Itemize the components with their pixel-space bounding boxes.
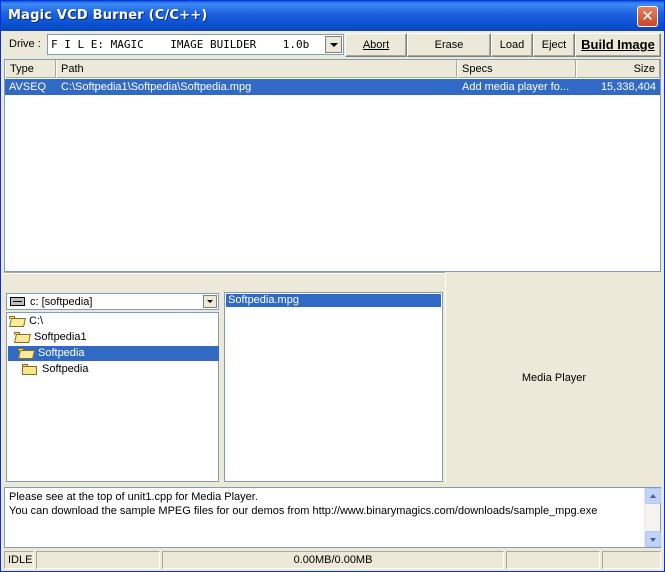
tree-item-softpedia-selected[interactable]: Softpedia <box>8 346 219 361</box>
eject-button-label: Eject <box>541 39 567 51</box>
column-header-path[interactable]: Path <box>56 60 457 78</box>
splitter[interactable] <box>221 292 223 482</box>
drive-select-dropdown-button[interactable] <box>203 295 217 308</box>
track-type: AVSEQ <box>9 81 47 93</box>
scroll-up-button[interactable] <box>645 488 661 504</box>
status-panel <box>602 551 661 569</box>
close-button[interactable]: ✕ <box>637 6 658 27</box>
build-image-button[interactable]: Build Image <box>575 33 661 57</box>
track-list[interactable]: Type Path Specs Size AVSEQ C:\Softpedia1… <box>4 59 661 272</box>
toolbar: Drive : F I L E: MAGIC IMAGE BUILDER 1.0… <box>4 33 661 57</box>
open-folder-icon <box>18 348 35 359</box>
app-window: Magic VCD Burner (C/C++) ✕ Drive : F I L… <box>0 0 665 572</box>
media-player-panel[interactable]: Media Player <box>445 272 661 484</box>
status-panel <box>506 551 600 569</box>
title-bar[interactable]: Magic VCD Burner (C/C++) ✕ <box>1 1 664 31</box>
column-header-specs[interactable]: Specs <box>457 60 576 78</box>
load-button-label: Load <box>499 39 525 51</box>
list-item[interactable]: Softpedia.mpg <box>226 294 441 307</box>
log-memo[interactable]: Please see at the top of unit1.cpp for M… <box>4 487 661 548</box>
drive-combobox[interactable]: F I L E: MAGIC IMAGE BUILDER 1.0b <box>47 34 344 55</box>
track-list-header: Type Path Specs Size <box>5 60 660 78</box>
media-player-label: Media Player <box>521 372 587 384</box>
track-specs: Add media player fo... <box>462 81 570 93</box>
status-panel <box>36 551 160 569</box>
drive-select-value: c: [softpedia] <box>30 296 93 308</box>
folder-icon <box>22 364 37 375</box>
eject-button[interactable]: Eject <box>533 33 575 57</box>
drive-icon <box>10 297 25 306</box>
track-size: 15,338,404 <box>600 81 656 93</box>
log-scrollbar[interactable] <box>644 488 661 547</box>
track-path: C:\Softpedia1\Softpedia\Softpedia.mpg <box>61 81 252 93</box>
build-image-button-label: Build Image <box>581 37 655 52</box>
load-button[interactable]: Load <box>491 33 533 57</box>
open-folder-icon <box>14 332 31 343</box>
abort-button-label: Abort <box>362 39 390 51</box>
tree-item-softpedia[interactable]: Softpedia <box>8 362 108 377</box>
log-line: You can download the sample MPEG files f… <box>9 505 598 517</box>
drive-select[interactable]: c: [softpedia] <box>6 293 219 310</box>
tree-item-softpedia1[interactable]: Softpedia1 <box>8 330 108 345</box>
abort-button[interactable]: Abort <box>345 33 407 57</box>
column-header-size[interactable]: Size <box>576 60 660 78</box>
table-row[interactable]: AVSEQ C:\Softpedia1\Softpedia\Softpedia.… <box>5 79 660 95</box>
drive-dropdown-button[interactable] <box>325 36 342 53</box>
close-icon: ✕ <box>641 7 654 25</box>
log-line: Please see at the top of unit1.cpp for M… <box>9 491 258 503</box>
erase-button-label: Erase <box>434 39 464 51</box>
column-header-type[interactable]: Type <box>5 60 56 78</box>
status-usage: 0.00MB/0.00MB <box>162 551 504 569</box>
open-folder-icon <box>9 316 26 327</box>
tree-item-root[interactable]: C:\ <box>8 314 108 329</box>
status-state: IDLE <box>4 551 34 569</box>
window-title: Magic VCD Burner (C/C++) <box>8 8 208 23</box>
drive-label: Drive : <box>9 38 41 50</box>
erase-button[interactable]: Erase <box>407 33 491 57</box>
status-bar: IDLE 0.00MB/0.00MB <box>4 551 661 569</box>
file-list[interactable]: Softpedia.mpg <box>224 292 443 482</box>
drive-combobox-value: F I L E: MAGIC IMAGE BUILDER 1.0b <box>51 38 310 51</box>
scroll-down-button[interactable] <box>645 531 661 547</box>
directory-tree[interactable]: C:\ Softpedia1 Softpedia Softpedia <box>6 312 219 482</box>
